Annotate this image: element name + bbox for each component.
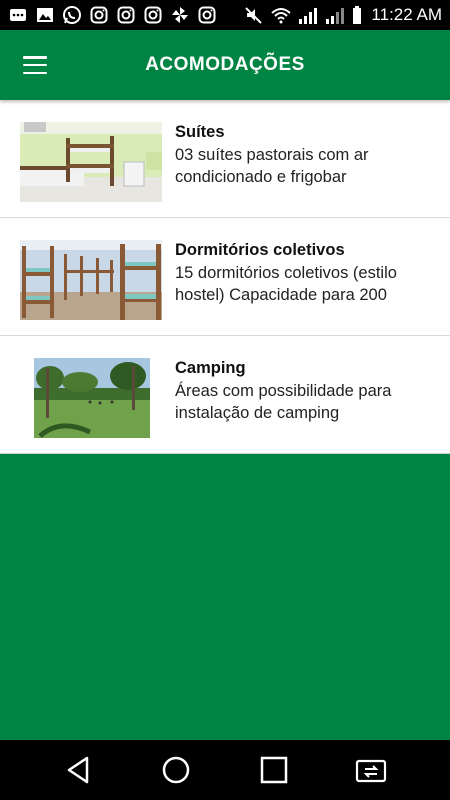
home-button[interactable] [156,750,196,790]
mute-icon [244,5,264,25]
wifi-icon [271,5,292,25]
accommodation-list: Suítes 03 suítes pastorais com ar condic… [0,100,450,454]
signal-4g-icon [298,5,318,25]
item-text: Suítes 03 suítes pastorais com ar condic… [175,122,440,188]
suites-image [20,122,162,202]
list-item[interactable]: Suítes 03 suítes pastorais com ar condic… [0,100,450,218]
image-icon [35,5,55,25]
item-description: Áreas com possibilidade para instalação … [175,382,392,422]
screen-mirror-icon [356,759,387,783]
notification-icons [8,5,217,25]
screen-mirror-button[interactable] [351,750,391,790]
instagram-icon [89,5,109,25]
recents-button[interactable] [254,750,294,790]
item-text: Dormitórios coletivos 15 dormitórios col… [175,240,440,306]
item-text: Camping Áreas com possibilidade para ins… [175,358,440,424]
status-time: 11:22 AM [371,5,442,24]
list-item[interactable]: Dormitórios coletivos 15 dormitórios col… [0,218,450,336]
recents-icon [260,756,287,784]
pinwheel-icon [170,5,190,25]
home-icon [163,756,190,784]
battery-icon [352,5,362,25]
list-item[interactable]: Camping Áreas com possibilidade para ins… [0,336,450,454]
instagram-icon [143,5,163,25]
page-title: ACOMODAÇÕES [145,54,305,75]
navigation-bar [0,740,450,800]
item-title: Suítes [175,123,225,141]
back-icon [67,756,88,784]
item-description: 15 dormitórios coletivos (estilo hostel)… [175,264,397,304]
signal-2g-icon [325,5,345,25]
system-icons: 11:22 AM [244,5,442,25]
item-description: 03 suítes pastorais com ar condicionado … [175,146,369,186]
instagram-icon [197,5,217,25]
whatsapp-icon [62,5,82,25]
camping-image [20,358,162,438]
back-button[interactable] [59,750,99,790]
message-icon [8,5,28,25]
status-bar: 11:22 AM [0,0,450,30]
instagram-icon [116,5,136,25]
item-title: Camping [175,359,246,377]
item-title: Dormitórios coletivos [175,241,345,259]
app-bar: ACOMODAÇÕES [0,30,450,100]
dormitory-image [20,240,162,320]
